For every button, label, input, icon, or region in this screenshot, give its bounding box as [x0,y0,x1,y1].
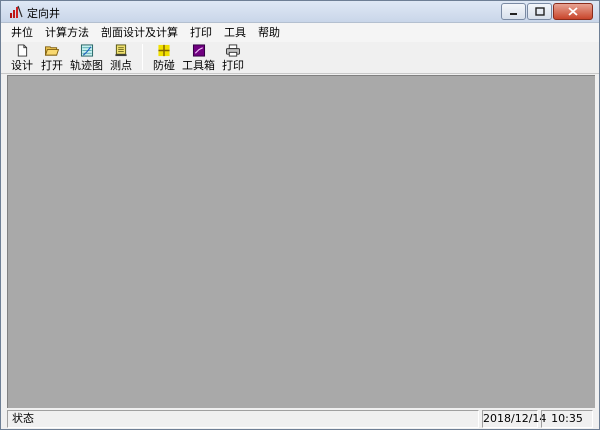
maximize-icon [534,7,545,16]
app-logo-icon [10,5,23,18]
status-date: 2018/12/14 [482,410,546,428]
status-bar: 状态 2018/12/14 10:35 [1,409,599,429]
menu-print[interactable]: 打印 [184,23,218,42]
print-button[interactable]: 打印 [218,42,248,72]
trajectory-chart-icon [80,44,93,57]
minimize-icon [510,12,517,15]
open-button[interactable]: 打开 [37,42,67,72]
toolbox-button[interactable]: 工具箱 [179,42,218,72]
toolbox-label: 工具箱 [182,59,215,72]
menu-profile-design[interactable]: 剖面设计及计算 [95,23,184,42]
survey-point-label: 测点 [110,59,132,72]
open-label: 打开 [41,59,63,72]
design-button[interactable]: 设计 [7,42,37,72]
workspace-area[interactable] [7,75,595,408]
printer-icon [226,44,240,57]
caption-buttons [500,3,593,20]
close-button[interactable] [553,3,593,20]
title-bar[interactable]: 定向井 [1,1,599,23]
survey-point-button[interactable]: 测点 [106,42,136,72]
print-label: 打印 [222,59,244,72]
anti-collision-icon [158,44,170,57]
open-folder-icon [44,46,60,56]
window-title: 定向井 [27,7,60,20]
status-time: 10:35 [541,410,593,428]
status-text: 状态 [7,410,479,428]
trajectory-chart-label: 轨迹图 [70,59,103,72]
app-window: 定向井 井位 计算方法 剖面设计及计算 打印 工具 帮助 设计 打开 轨迹图 测… [0,0,600,430]
survey-point-icon [115,44,127,57]
anti-collision-label: 防碰 [153,59,175,72]
toolbox-icon [192,44,205,57]
minimize-button[interactable] [501,3,526,20]
anti-collision-button[interactable]: 防碰 [149,42,179,72]
trajectory-chart-button[interactable]: 轨迹图 [67,42,106,72]
menu-bar: 井位 计算方法 剖面设计及计算 打印 工具 帮助 [1,23,599,42]
design-label: 设计 [11,59,33,72]
menu-help[interactable]: 帮助 [252,23,286,42]
menu-well-position[interactable]: 井位 [5,23,39,42]
toolbar-separator [142,44,143,70]
toolbar: 设计 打开 轨迹图 测点 防碰 工具箱 打印 [1,42,599,74]
maximize-button[interactable] [527,3,552,20]
new-document-icon [17,44,28,57]
menu-calculation-method[interactable]: 计算方法 [39,23,95,42]
menu-tools[interactable]: 工具 [218,23,252,42]
close-icon [568,7,578,16]
